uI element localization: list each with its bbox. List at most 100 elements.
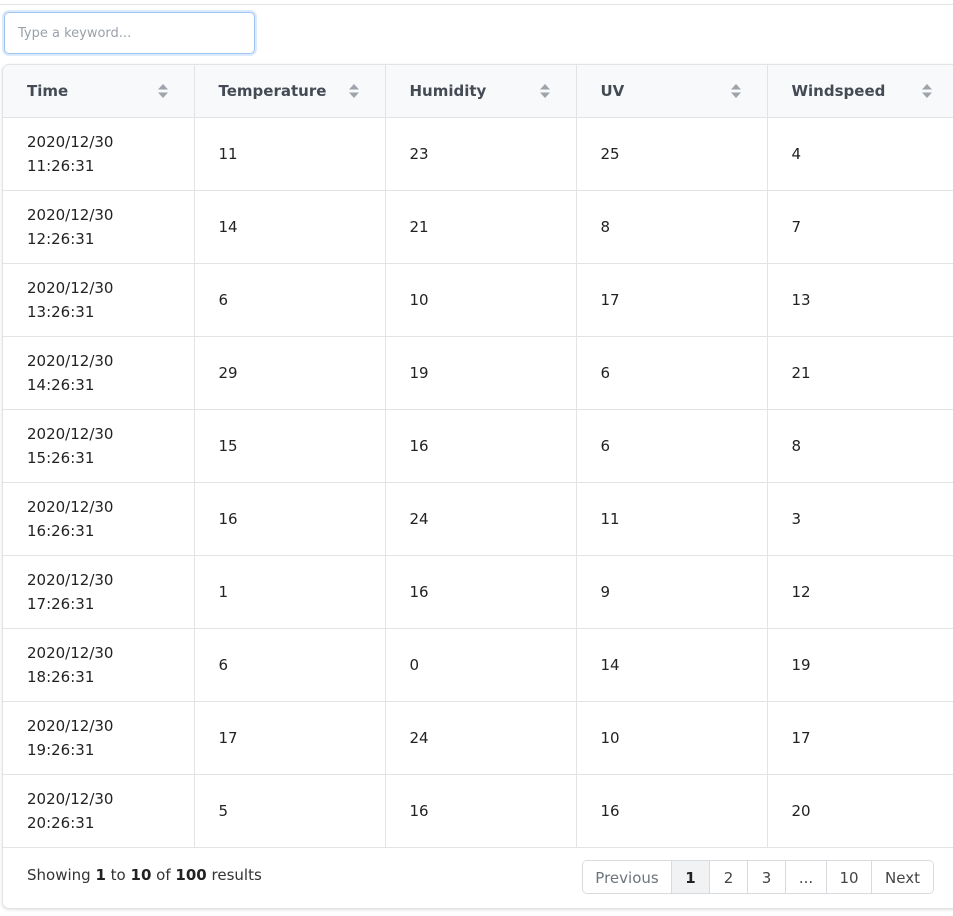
cell-uv: 8 (576, 190, 768, 264)
cell-humidity: 0 (385, 628, 577, 702)
cell-temperature: 29 (194, 336, 386, 410)
cell-windspeed: 3 (767, 482, 953, 556)
sort-icon[interactable] (157, 84, 168, 98)
cell-temperature: 6 (194, 628, 386, 702)
previous-page-button[interactable]: Previous (583, 861, 672, 893)
cell-windspeed: 4 (767, 117, 953, 191)
summary-to-word: to (110, 866, 126, 884)
column-header-windspeed[interactable]: Windspeed (767, 65, 953, 118)
summary-of-word: of (156, 866, 171, 884)
cell-uv: 16 (576, 774, 768, 848)
cell-windspeed: 19 (767, 628, 953, 702)
cell-windspeed: 12 (767, 555, 953, 629)
cell-humidity: 19 (385, 336, 577, 410)
summary-total: 100 (175, 866, 207, 884)
cell-time: 2020/12/30 13:26:31 (3, 263, 195, 337)
cell-humidity: 23 (385, 117, 577, 191)
cell-windspeed: 21 (767, 336, 953, 410)
column-header-label: Temperature (218, 81, 327, 100)
sort-icon[interactable] (348, 84, 359, 98)
cell-uv: 6 (576, 409, 768, 483)
page-button-2[interactable]: 2 (710, 861, 748, 893)
column-header-time[interactable]: Time (3, 65, 195, 118)
cell-date: 2020/12/30 (27, 497, 114, 516)
column-header-label: Humidity (409, 81, 487, 100)
cell-clock-time: 20:26:31 (27, 813, 95, 832)
sort-icon[interactable] (539, 84, 550, 98)
search-input[interactable] (4, 12, 255, 54)
cell-temperature: 14 (194, 190, 386, 264)
cell-clock-time: 16:26:31 (27, 521, 95, 540)
sort-icon[interactable] (922, 84, 932, 98)
cell-time: 2020/12/30 12:26:31 (3, 190, 195, 264)
page-button-3[interactable]: 3 (748, 861, 786, 893)
cell-time: 2020/12/30 20:26:31 (3, 774, 195, 848)
table-row: 2020/12/30 13:26:31 6 10 17 13 (3, 263, 953, 337)
cell-date: 2020/12/30 (27, 205, 114, 224)
cell-temperature: 17 (194, 701, 386, 775)
cell-windspeed: 20 (767, 774, 953, 848)
header-row: Time Temperature Humidity UV Windspeed (3, 65, 953, 118)
summary-prefix: Showing (27, 866, 91, 884)
cell-clock-time: 18:26:31 (27, 667, 95, 686)
cell-uv: 14 (576, 628, 768, 702)
data-grid: Time Temperature Humidity UV Windspeed 2… (2, 64, 953, 909)
column-header-uv[interactable]: UV (576, 65, 768, 118)
column-header-label: Windspeed (791, 81, 886, 100)
cell-time: 2020/12/30 18:26:31 (3, 628, 195, 702)
table-row: 2020/12/30 15:26:31 15 16 6 8 (3, 409, 953, 483)
cell-uv: 25 (576, 117, 768, 191)
table-row: 2020/12/30 16:26:31 16 24 11 3 (3, 482, 953, 556)
cell-date: 2020/12/30 (27, 351, 114, 370)
cell-windspeed: 7 (767, 190, 953, 264)
column-header-humidity[interactable]: Humidity (385, 65, 577, 118)
cell-humidity: 16 (385, 409, 577, 483)
page-button-10[interactable]: 10 (827, 861, 872, 893)
table-row: 2020/12/30 12:26:31 14 21 8 7 (3, 190, 953, 264)
cell-humidity: 16 (385, 774, 577, 848)
cell-date: 2020/12/30 (27, 643, 114, 662)
pagination: Previous 1 2 3 ... 10 Next (582, 860, 934, 894)
cell-clock-time: 19:26:31 (27, 740, 95, 759)
cell-clock-time: 14:26:31 (27, 375, 95, 394)
cell-temperature: 16 (194, 482, 386, 556)
table-row: 2020/12/30 17:26:31 1 16 9 12 (3, 555, 953, 629)
sort-icon[interactable] (730, 84, 741, 98)
cell-uv: 10 (576, 701, 768, 775)
cell-date: 2020/12/30 (27, 716, 114, 735)
cell-temperature: 15 (194, 409, 386, 483)
table-row: 2020/12/30 14:26:31 29 19 6 21 (3, 336, 953, 410)
table-row: 2020/12/30 11:26:31 11 23 25 4 (3, 117, 953, 191)
cell-temperature: 1 (194, 555, 386, 629)
cell-date: 2020/12/30 (27, 424, 114, 443)
cell-uv: 9 (576, 555, 768, 629)
cell-temperature: 11 (194, 117, 386, 191)
page-button-1[interactable]: 1 (672, 861, 710, 893)
weather-table: Time Temperature Humidity UV Windspeed 2… (3, 65, 953, 848)
cell-clock-time: 13:26:31 (27, 302, 95, 321)
summary-to: 10 (130, 866, 152, 884)
column-header-temperature[interactable]: Temperature (194, 65, 386, 118)
cell-time: 2020/12/30 19:26:31 (3, 701, 195, 775)
cell-time: 2020/12/30 15:26:31 (3, 409, 195, 483)
next-page-button[interactable]: Next (872, 861, 933, 893)
results-summary: Showing 1 to 10 of 100 results (27, 866, 262, 884)
cell-clock-time: 17:26:31 (27, 594, 95, 613)
cell-temperature: 5 (194, 774, 386, 848)
summary-from: 1 (95, 866, 106, 884)
cell-time: 2020/12/30 17:26:31 (3, 555, 195, 629)
column-header-label: Time (27, 81, 69, 100)
cell-humidity: 21 (385, 190, 577, 264)
cell-time: 2020/12/30 11:26:31 (3, 117, 195, 191)
cell-humidity: 24 (385, 482, 577, 556)
cell-humidity: 10 (385, 263, 577, 337)
column-header-label: UV (600, 81, 625, 100)
cell-date: 2020/12/30 (27, 278, 114, 297)
summary-suffix: results (211, 866, 262, 884)
table-row: 2020/12/30 19:26:31 17 24 10 17 (3, 701, 953, 775)
cell-clock-time: 15:26:31 (27, 448, 95, 467)
cell-uv: 11 (576, 482, 768, 556)
cell-time: 2020/12/30 16:26:31 (3, 482, 195, 556)
cell-uv: 17 (576, 263, 768, 337)
table-body: 2020/12/30 11:26:31 11 23 25 4 2020/12/30 12:26… (3, 117, 953, 848)
